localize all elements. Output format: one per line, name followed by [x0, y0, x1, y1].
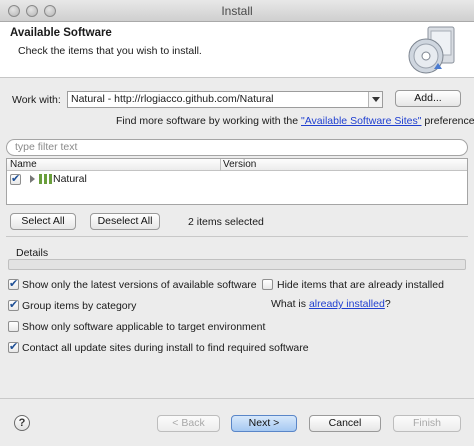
software-table: Name Version Natural [6, 158, 468, 205]
available-sites-hint-suffix: preferences. [424, 115, 474, 127]
column-divider[interactable] [220, 159, 221, 171]
work-with-value: Natural - http://rlogiacco.github.com/Na… [71, 93, 274, 105]
latest-versions-label[interactable]: Show only the latest versions of availab… [22, 279, 257, 291]
expand-arrow-icon[interactable] [29, 175, 36, 183]
table-row[interactable]: Natural [7, 172, 467, 186]
deselect-all-button[interactable]: Deselect All [90, 213, 160, 230]
already-installed-suffix: ? [384, 298, 391, 310]
footer-divider [0, 398, 474, 399]
hide-installed-checkbox[interactable] [262, 279, 273, 290]
section-divider [6, 236, 468, 237]
back-button[interactable]: < Back [157, 415, 220, 432]
group-by-category-checkbox[interactable] [8, 298, 19, 311]
target-environment-checkbox[interactable] [8, 321, 19, 332]
category-icon [39, 174, 52, 184]
available-sites-hint-prefix: Find more software by working with the [116, 115, 301, 127]
details-label: Details [16, 247, 49, 259]
row-checkbox[interactable] [10, 172, 21, 185]
select-all-button[interactable]: Select All [10, 213, 76, 230]
available-sites-hint: Find more software by working with the "… [116, 115, 474, 127]
column-header-version[interactable]: Version [223, 159, 256, 171]
row-name: Natural [53, 173, 87, 185]
work-with-combo[interactable]: Natural - http://rlogiacco.github.com/Na… [67, 91, 383, 108]
add-site-button[interactable]: Add... [395, 90, 461, 107]
finish-button[interactable]: Finish [393, 415, 461, 432]
page-title: Available Software [10, 27, 112, 39]
table-header: Name Version [7, 159, 467, 171]
already-installed-prefix: What is [271, 298, 309, 310]
column-header-name[interactable]: Name [10, 159, 37, 171]
group-by-category-label[interactable]: Group items by category [22, 300, 136, 312]
help-icon[interactable]: ? [14, 415, 30, 431]
filter-input[interactable]: type filter text [6, 139, 468, 156]
cancel-button[interactable]: Cancel [309, 415, 381, 432]
selection-status: 2 items selected [188, 216, 264, 228]
hide-installed-label[interactable]: Hide items that are already installed [277, 279, 444, 291]
next-button[interactable]: Next > [231, 415, 297, 432]
details-area [8, 259, 466, 270]
title-bar: Install [0, 0, 474, 22]
filter-placeholder: type filter text [15, 141, 78, 153]
contact-sites-checkbox[interactable] [8, 340, 19, 353]
target-environment-label[interactable]: Show only software applicable to target … [22, 321, 265, 333]
contact-sites-label[interactable]: Contact all update sites during install … [22, 342, 309, 354]
latest-versions-checkbox[interactable] [8, 277, 19, 290]
work-with-label: Work with: [12, 94, 61, 106]
software-install-cd-icon [408, 26, 455, 74]
available-software-sites-link[interactable]: "Available Software Sites" [301, 115, 422, 127]
wizard-banner: Available Software Check the items that … [0, 22, 474, 78]
already-installed-hint: What is already installed? [271, 298, 391, 310]
window-title: Install [221, 4, 253, 18]
chevron-down-icon[interactable] [368, 92, 382, 107]
page-description: Check the items that you wish to install… [18, 45, 202, 57]
already-installed-link[interactable]: already installed [309, 298, 385, 310]
